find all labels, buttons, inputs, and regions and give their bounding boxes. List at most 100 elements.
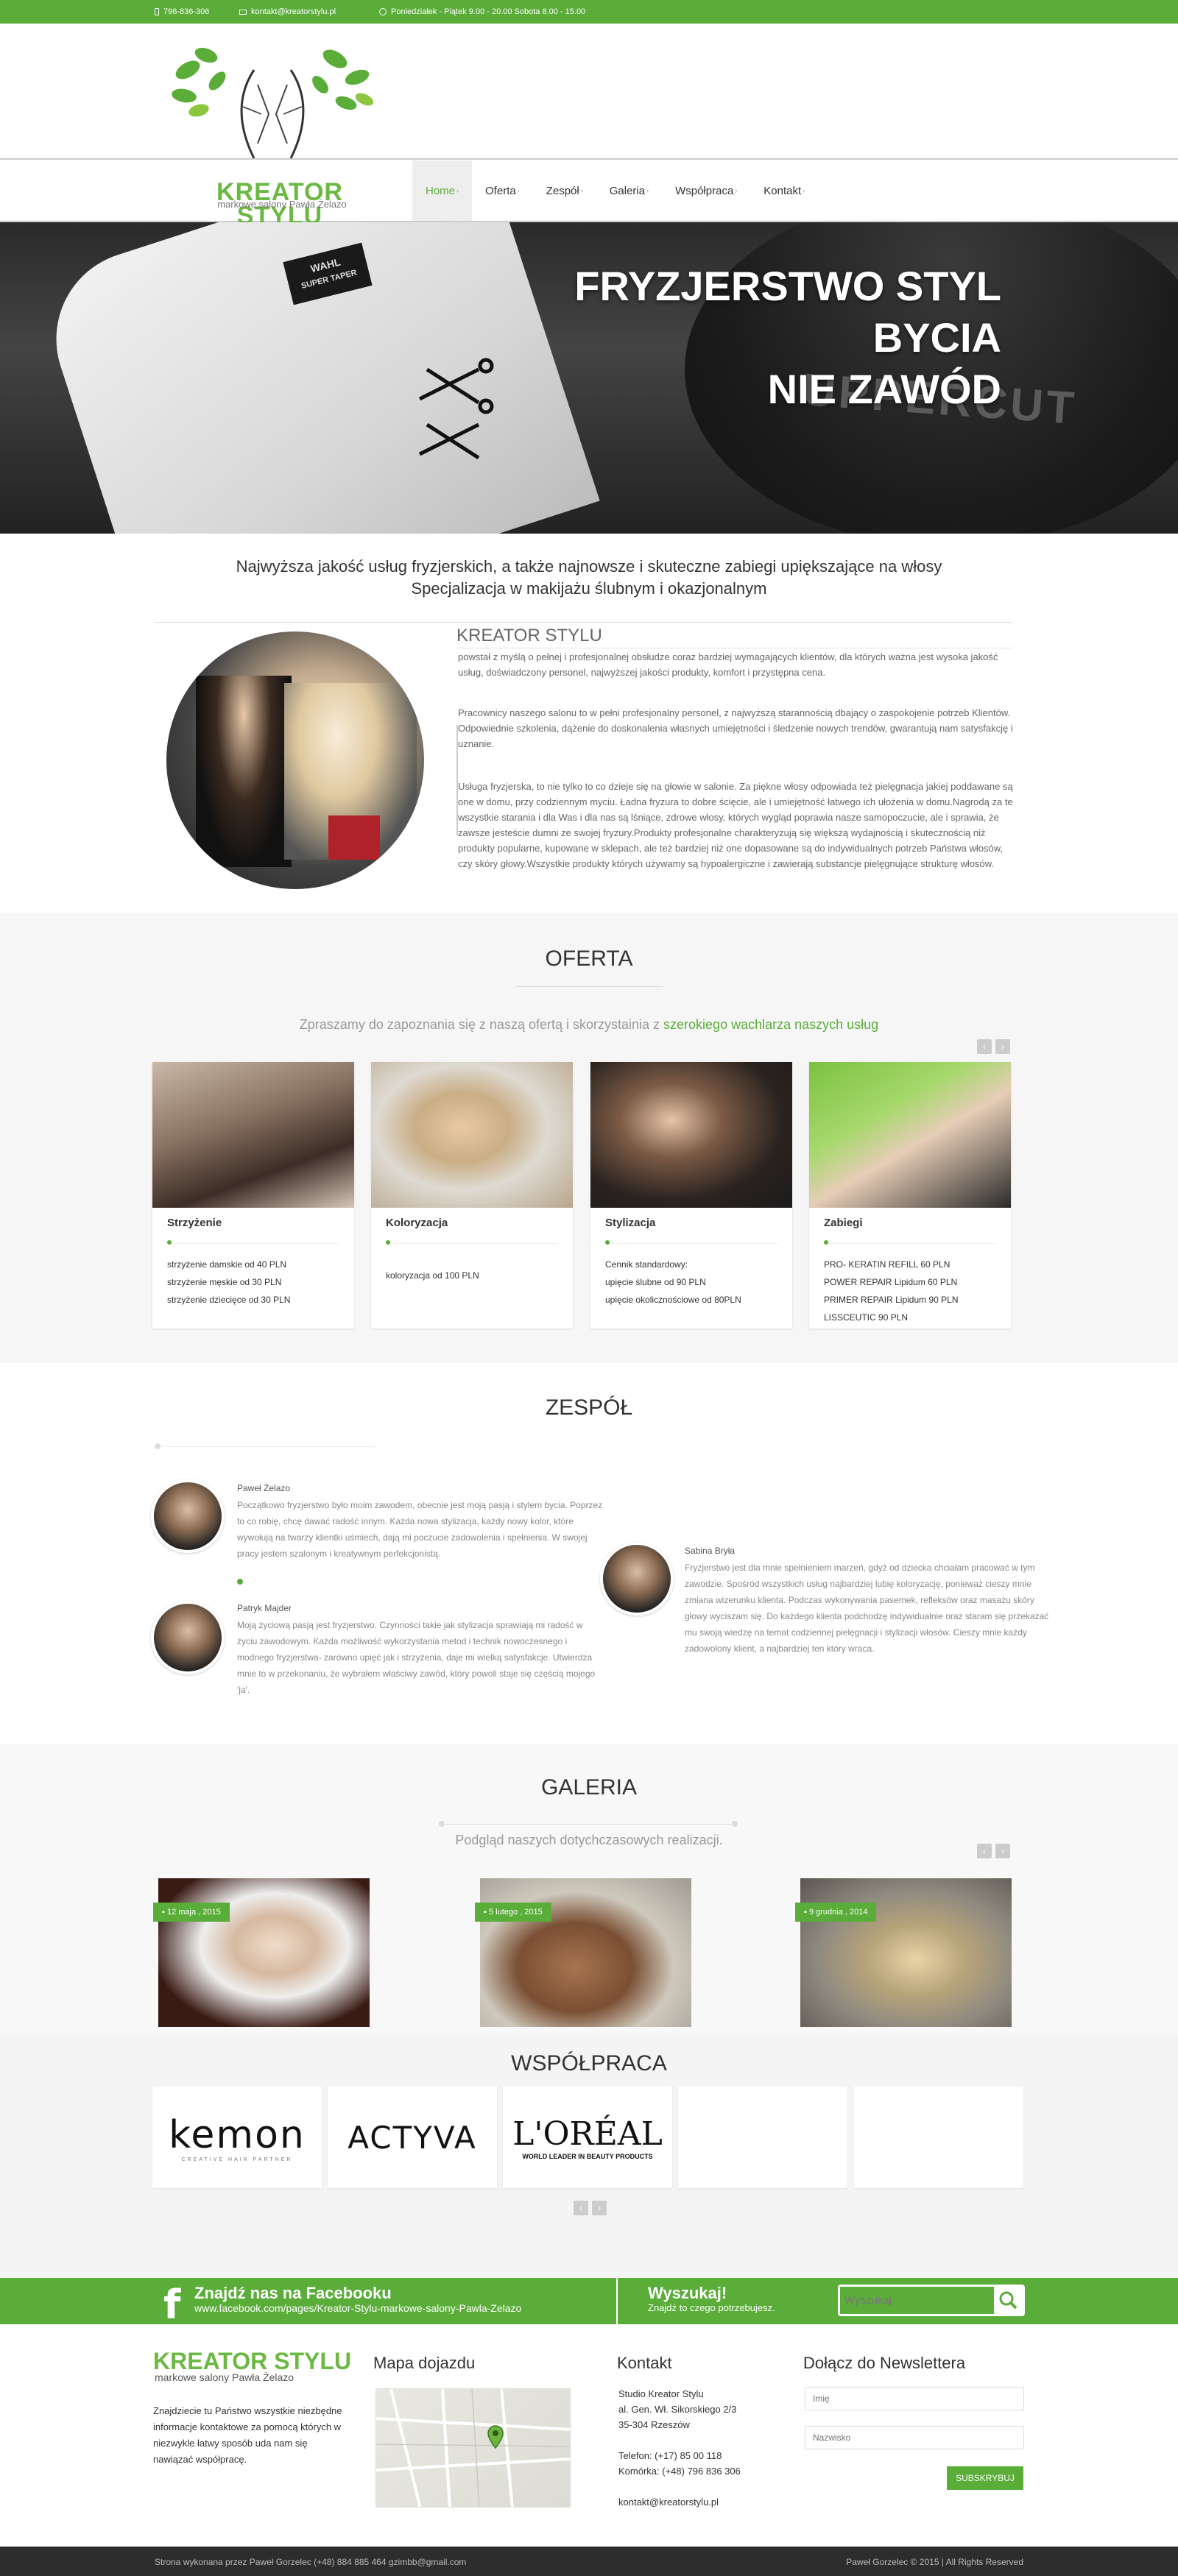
member-dot <box>237 1579 243 1585</box>
nav-item-oferta[interactable]: Oferta › <box>472 160 533 221</box>
nav-item-zespol[interactable]: Zespół › <box>533 160 596 221</box>
intro-heading-line-2: Specjalizacja w makijażu ślubnym i okazj… <box>411 579 767 598</box>
phone-number[interactable]: 796-836-306 <box>163 7 209 16</box>
search-button[interactable] <box>994 2286 1023 2315</box>
price-item: upięcie okolicznościowe od 80PLN <box>605 1295 741 1305</box>
nav-item-home[interactable]: Home › <box>412 160 473 221</box>
map-heading: Mapa dojazdu <box>373 2354 476 2372</box>
partners-heading: WSPÓŁPRACA <box>511 2051 667 2076</box>
hero-line-1: FRYZJERSTWO STYL BYCIA <box>574 263 1001 361</box>
footer-about: Znajdziecie tu Państwo wszystkie niezbęd… <box>153 2405 342 2465</box>
gallery-date: 12 maja , 2015 <box>166 1908 221 1917</box>
nav-label: Zespół <box>546 184 579 197</box>
chevron-right-icon: › <box>735 187 738 194</box>
clock-icon <box>379 8 387 15</box>
offer-subtitle: Zpraszamy do zapoznania się z naszą ofer… <box>0 1017 1178 1033</box>
offer-subtitle-text: Zpraszamy do zapoznania się z naszą ofer… <box>299 1017 664 1032</box>
price-item: Cennik standardowy: <box>605 1259 688 1270</box>
chevron-right-icon: › <box>456 187 459 194</box>
partner-logo-loreal[interactable]: L'ORÉAL WORLD LEADER IN BEAUTY PRODUCTS <box>503 2087 672 2188</box>
search-input[interactable] <box>844 2291 992 2310</box>
offer-card-stylizacja[interactable]: Stylizacja Cennik standardowy: upięcie ś… <box>590 1062 792 1328</box>
coloring-photo <box>371 1062 573 1208</box>
offer-next-button[interactable]: › <box>995 1039 1010 1054</box>
nav-item-galeria[interactable]: Galeria › <box>596 160 662 221</box>
hero-line-2: NIE ZAWÓD <box>767 366 1001 412</box>
contact-phone[interactable]: Telefon: (+17) 85 00 118 <box>618 2448 741 2463</box>
email-link[interactable]: kontakt@kreatorstylu.pl <box>251 7 336 16</box>
gallery-photo-updo[interactable] <box>480 1878 691 2027</box>
member-name: Sabina Bryła <box>685 1546 736 1556</box>
nav-item-kontakt[interactable]: Kontakt › <box>750 160 818 221</box>
loreal-wordmark: L'ORÉAL <box>512 2115 663 2153</box>
member-bio: Początkowo fryzjerstwo było moim zawodem… <box>237 1500 603 1559</box>
card-dot <box>824 1240 828 1245</box>
card-title: Koloryzacja <box>386 1217 448 1229</box>
gallery-date-badge: ▪ 12 maja , 2015 <box>153 1903 230 1922</box>
intro-title: KREATOR STYLU <box>456 626 602 645</box>
avatar-patryk <box>151 1601 225 1674</box>
credits-text: Strona wykonana przez Paweł Gorzelec (+4… <box>155 2557 467 2567</box>
intro-paragraph-2: Pracownicy naszego salonu to w pełni pro… <box>458 707 1013 749</box>
treatment-photo <box>809 1062 1011 1208</box>
offer-subtitle-link[interactable]: szerokiego wachlarza naszych usług <box>663 1017 878 1032</box>
facebook-title[interactable]: Znajdź nas na Facebooku <box>194 2284 392 2303</box>
member-name: Patryk Majder <box>237 1603 292 1613</box>
email-info: kontakt@kreatorstylu.pl <box>239 7 336 16</box>
bar-divider <box>616 2278 618 2324</box>
offer-card-zabiegi[interactable]: Zabiegi PRO- KERATIN REFILL 60 PLN POWER… <box>809 1062 1011 1328</box>
price-item: strzyżenie damskie od 40 PLN <box>167 1259 287 1270</box>
chevron-right-icon: › <box>517 187 520 194</box>
offer-heading: OFERTA <box>545 946 633 971</box>
offer-card-koloryzacja[interactable]: Koloryzacja koloryzacja od 100 PLN <box>371 1062 573 1328</box>
partner-logo-empty <box>678 2087 847 2188</box>
card-price-list: koloryzacja od 100 PLN <box>386 1267 479 1284</box>
facebook-url[interactable]: www.facebook.com/pages/Kreator-Stylu-mar… <box>194 2302 521 2314</box>
contact-mobile[interactable]: Komórka: (+48) 796 836 306 <box>618 2463 741 2479</box>
gallery-photo-bride[interactable] <box>158 1878 370 2027</box>
contact-line: 35-304 Rzeszów <box>618 2419 690 2430</box>
facebook-icon[interactable]: f <box>163 2282 181 2328</box>
divider-dot <box>732 1821 738 1827</box>
nav-label: Oferta <box>485 184 516 197</box>
phone-icon <box>155 8 159 15</box>
partner-logo-actyva[interactable]: ACTYVA <box>328 2087 497 2188</box>
intro-divider <box>155 622 1012 623</box>
gallery-date-badge: ▪ 9 grudnia , 2014 <box>795 1903 877 1922</box>
offer-divider <box>515 986 663 987</box>
card-divider <box>824 1243 996 1244</box>
actyva-wordmark: ACTYVA <box>348 2119 477 2156</box>
offer-prev-button[interactable]: ‹ <box>977 1039 992 1054</box>
price-item: upięcie ślubne od 90 PLN <box>605 1277 706 1287</box>
offer-card-strzyzenie[interactable]: Strzyżenie strzyżenie damskie od 40 PLN … <box>152 1062 354 1328</box>
search-title: Wyszukaj! <box>648 2284 727 2302</box>
logo-leaves-graphic[interactable] <box>166 40 379 169</box>
gallery-next-button[interactable]: › <box>995 1844 1010 1858</box>
avatar-pawel <box>151 1479 225 1553</box>
nav-label: Współpraca <box>675 184 734 197</box>
price-item: PRO- KERATIN REFILL 60 PLN <box>824 1259 950 1270</box>
newsletter-surname-field[interactable] <box>805 2426 1024 2449</box>
gallery-prev-button[interactable]: ‹ <box>977 1844 992 1858</box>
subscribe-button[interactable]: SUBSKRYBUJ <box>947 2466 1023 2490</box>
partners-prev-button[interactable]: ‹ <box>574 2201 588 2215</box>
partner-logo-kemon[interactable]: kemon CREATIVE HAIR PARTNER <box>152 2087 322 2188</box>
card-price-list: strzyżenie damskie od 40 PLN strzyżenie … <box>167 1256 290 1309</box>
member-bio: Fryzjerstwo jest dla mnie spełnieniem ma… <box>685 1563 1049 1654</box>
contact-email[interactable]: kontakt@kreatorstylu.pl <box>618 2494 741 2510</box>
kemon-tagline: CREATIVE HAIR PARTNER <box>181 2156 293 2162</box>
phone-info: 796-836-306 <box>155 7 209 16</box>
newsletter-name-field[interactable] <box>805 2387 1024 2410</box>
bottom-bar: Strona wykonana przez Paweł Gorzelec (+4… <box>0 2547 1178 2576</box>
intro-paragraph-1: powstał z myślą o pełnej i profesjonalne… <box>458 651 998 678</box>
card-divider <box>386 1243 558 1244</box>
gallery-divider <box>442 1824 736 1825</box>
contact-heading: Kontakt <box>617 2354 672 2372</box>
location-map[interactable] <box>375 2388 571 2508</box>
intro-paragraph-3: Usługa fryzjerska, to nie tylko to co dz… <box>458 781 1013 869</box>
divider-dot <box>155 1443 161 1449</box>
gallery-photo-salon[interactable] <box>800 1878 1012 2027</box>
nav-item-wspolpraca[interactable]: Współpraca › <box>662 160 750 221</box>
partners-next-button[interactable]: › <box>592 2201 607 2215</box>
nav-label: Kontakt <box>763 184 802 197</box>
